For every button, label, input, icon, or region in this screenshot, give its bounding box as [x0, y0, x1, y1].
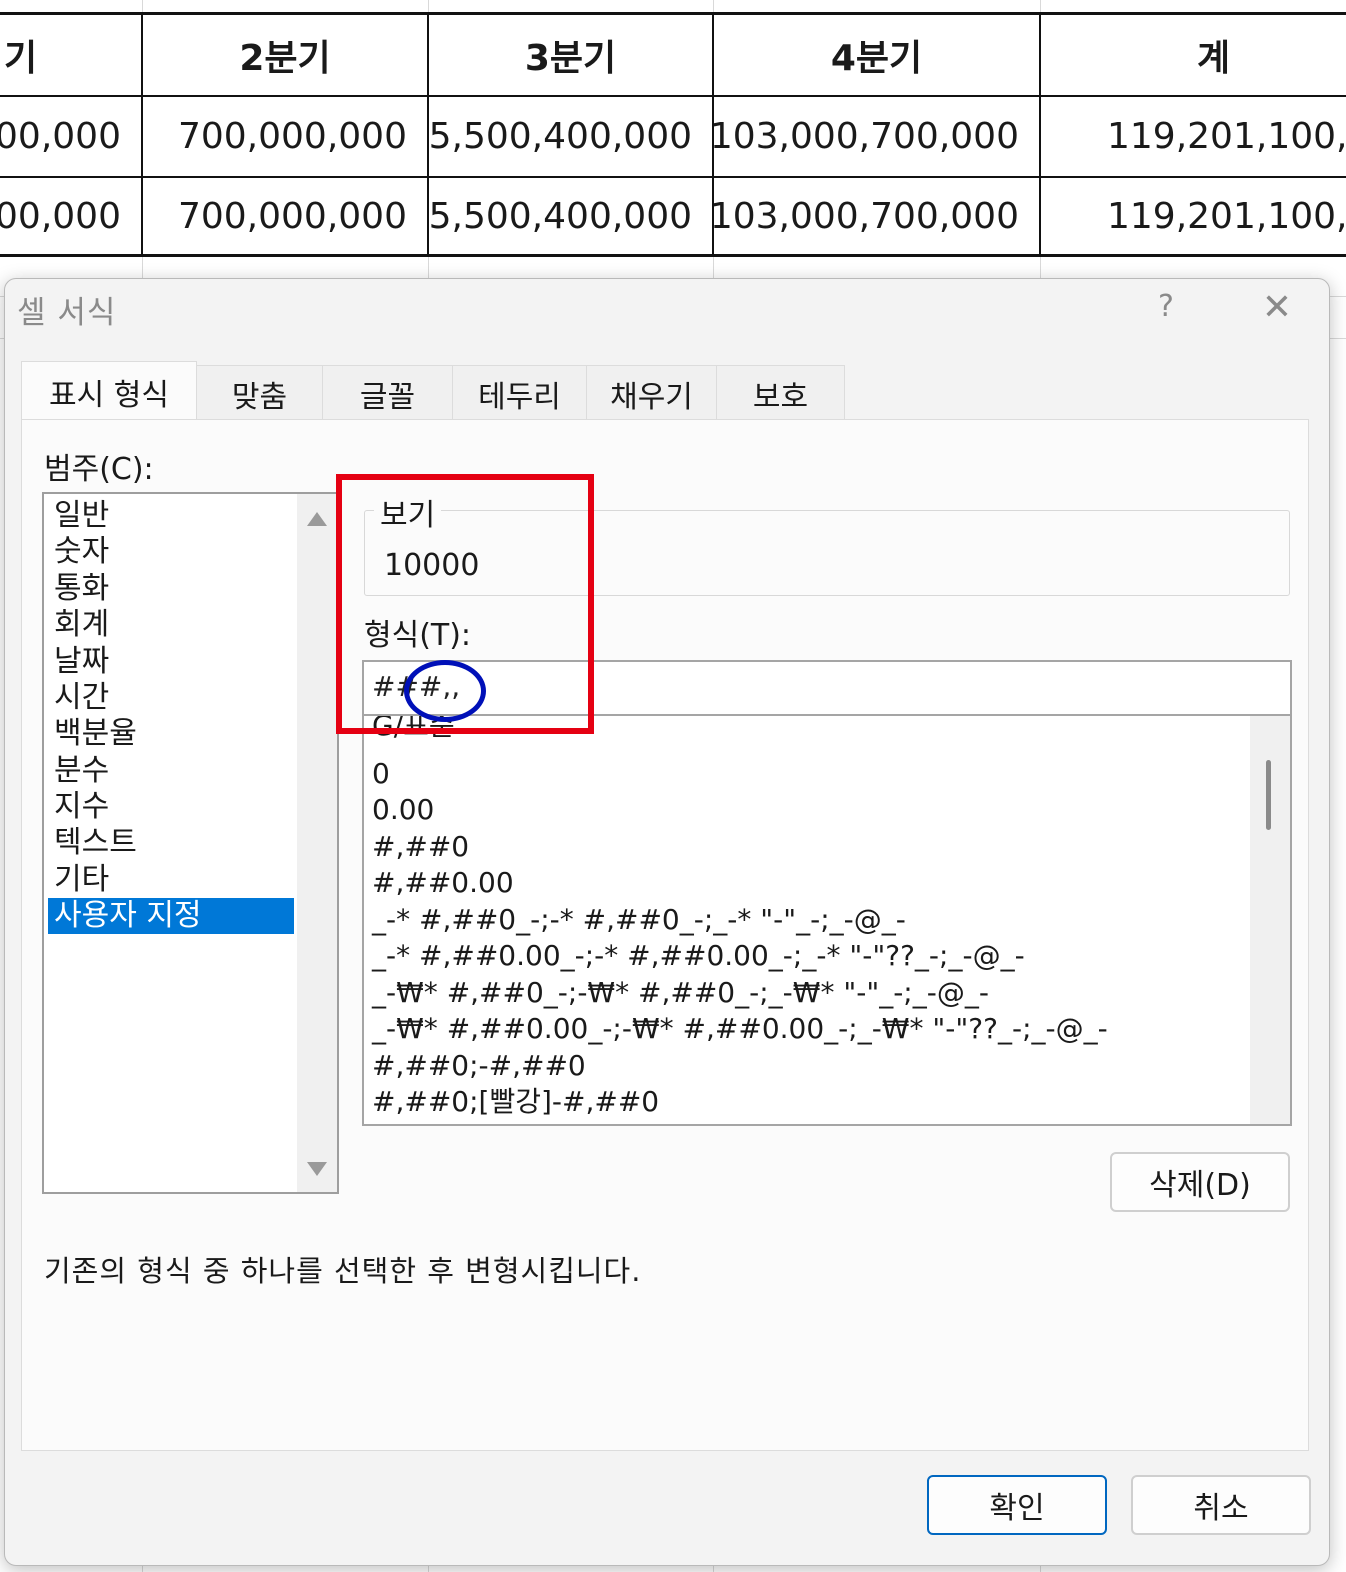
format-cells-dialog: 셀 서식 ? ✕ 표시 형식 맞춤 글꼴 테두리 채우기 보호 범주(C): 일… — [4, 278, 1330, 1566]
format-item[interactable]: #,##0 — [372, 829, 469, 865]
type-label: 형식(T): — [364, 618, 472, 653]
tab-protection[interactable]: 보호 — [717, 365, 845, 421]
delete-button[interactable]: 삭제(D) — [1110, 1152, 1290, 1212]
table-cell[interactable]: 000,000 — [0, 97, 141, 176]
format-item[interactable]: 0 — [372, 756, 390, 792]
number-format-panel: 범주(C): 일반 숫자 통화 회계 날짜 시간 백분율 분수 지수 텍스트 기… — [21, 419, 1309, 1451]
format-item[interactable]: _-* #,##0.00_-;-* #,##0.00_-;_-* "-"??_-… — [372, 938, 1025, 974]
table-border — [0, 254, 1346, 257]
table-cell[interactable]: 000,000 — [0, 178, 141, 254]
sample-value: 10000 — [384, 548, 480, 583]
category-item-number[interactable]: 숫자 — [48, 534, 294, 570]
close-icon[interactable]: ✕ — [1257, 287, 1297, 328]
table-cell[interactable]: 5,500,400,000 — [429, 97, 712, 176]
format-item[interactable]: _-* #,##0_-;-* #,##0_-;_-* "-"_-;_-@_- — [372, 902, 906, 938]
format-list-scrollbar[interactable] — [1250, 716, 1290, 1124]
category-item-percentage[interactable]: 백분율 — [48, 716, 294, 752]
category-item-time[interactable]: 시간 — [48, 680, 294, 716]
format-item[interactable]: #,##0.00 — [372, 865, 514, 901]
tab-fill[interactable]: 채우기 — [587, 365, 717, 421]
scrollbar-thumb[interactable] — [1266, 760, 1271, 830]
category-item-custom[interactable]: 사용자 지정 — [48, 898, 294, 934]
format-item[interactable]: 0.00 — [372, 792, 434, 828]
table-cell[interactable]: 5,500,400,000 — [429, 178, 712, 254]
sample-label: 보기 — [374, 490, 442, 534]
category-item-scientific[interactable]: 지수 — [48, 789, 294, 825]
category-item-currency[interactable]: 통화 — [48, 571, 294, 607]
tab-border[interactable]: 테두리 — [453, 365, 587, 421]
tab-alignment[interactable]: 맞춤 — [197, 365, 323, 421]
format-item[interactable]: _-₩* #,##0_-;-₩* #,##0_-;_-₩* "-"_-;_-@_… — [372, 975, 989, 1011]
type-input[interactable]: ###,, — [362, 660, 1292, 716]
category-list[interactable]: 일반 숫자 통화 회계 날짜 시간 백분율 분수 지수 텍스트 기타 사용자 지… — [42, 492, 339, 1194]
scroll-down-icon[interactable] — [307, 1162, 327, 1176]
table-cell[interactable]: 103,000,700,000 — [714, 178, 1039, 254]
column-header-q2[interactable]: 2분기 — [143, 15, 427, 95]
dialog-title: 셀 서식 — [17, 295, 117, 331]
help-icon[interactable]: ? — [1151, 289, 1181, 324]
format-item[interactable]: #,##0;-#,##0 — [372, 1048, 586, 1084]
tab-font[interactable]: 글꼴 — [323, 365, 453, 421]
column-header-q4[interactable]: 4분기 — [714, 15, 1039, 95]
format-code-list[interactable]: G/표준 0 0.00 #,##0 #,##0.00 _-* #,##0_-;-… — [362, 716, 1292, 1126]
category-item-general[interactable]: 일반 — [48, 498, 294, 534]
category-label: 범주(C): — [44, 452, 154, 487]
table-cell[interactable]: 103,000,700,000 — [714, 97, 1039, 176]
category-item-fraction[interactable]: 분수 — [48, 753, 294, 789]
column-header-q1[interactable]: 기 — [0, 15, 60, 95]
format-item[interactable]: #,##0;[빨강]-#,##0 — [372, 1084, 659, 1120]
tab-number[interactable]: 표시 형식 — [21, 361, 197, 421]
format-item[interactable]: G/표준 — [372, 716, 455, 744]
category-item-accounting[interactable]: 회계 — [48, 607, 294, 643]
category-item-text[interactable]: 텍스트 — [48, 825, 294, 861]
category-scrollbar[interactable] — [297, 494, 337, 1192]
dialog-titlebar[interactable]: 셀 서식 ? ✕ — [5, 279, 1329, 339]
sample-group — [364, 510, 1290, 596]
category-item-date[interactable]: 날짜 — [48, 644, 294, 680]
column-header-total[interactable]: 계 — [1041, 15, 1346, 95]
category-description: 기존의 형식 중 하나를 선택한 후 변형시킵니다. — [44, 1254, 642, 1288]
table-cell[interactable]: 119,201,100,000 — [1041, 97, 1346, 176]
table-cell[interactable]: 700,000,000 — [143, 178, 427, 254]
column-header-q3[interactable]: 3분기 — [429, 15, 712, 95]
dialog-tabs: 표시 형식 맞춤 글꼴 테두리 채우기 보호 — [21, 361, 845, 421]
format-item[interactable]: _-₩* #,##0.00_-;-₩* #,##0.00_-;_-₩* "-"?… — [372, 1011, 1108, 1047]
ok-button[interactable]: 확인 — [927, 1475, 1107, 1535]
category-item-special[interactable]: 기타 — [48, 862, 294, 898]
scroll-up-icon[interactable] — [307, 512, 327, 526]
table-cell[interactable]: 700,000,000 — [143, 97, 427, 176]
table-cell[interactable]: 119,201,100,000 — [1041, 178, 1346, 254]
cancel-button[interactable]: 취소 — [1131, 1475, 1311, 1535]
